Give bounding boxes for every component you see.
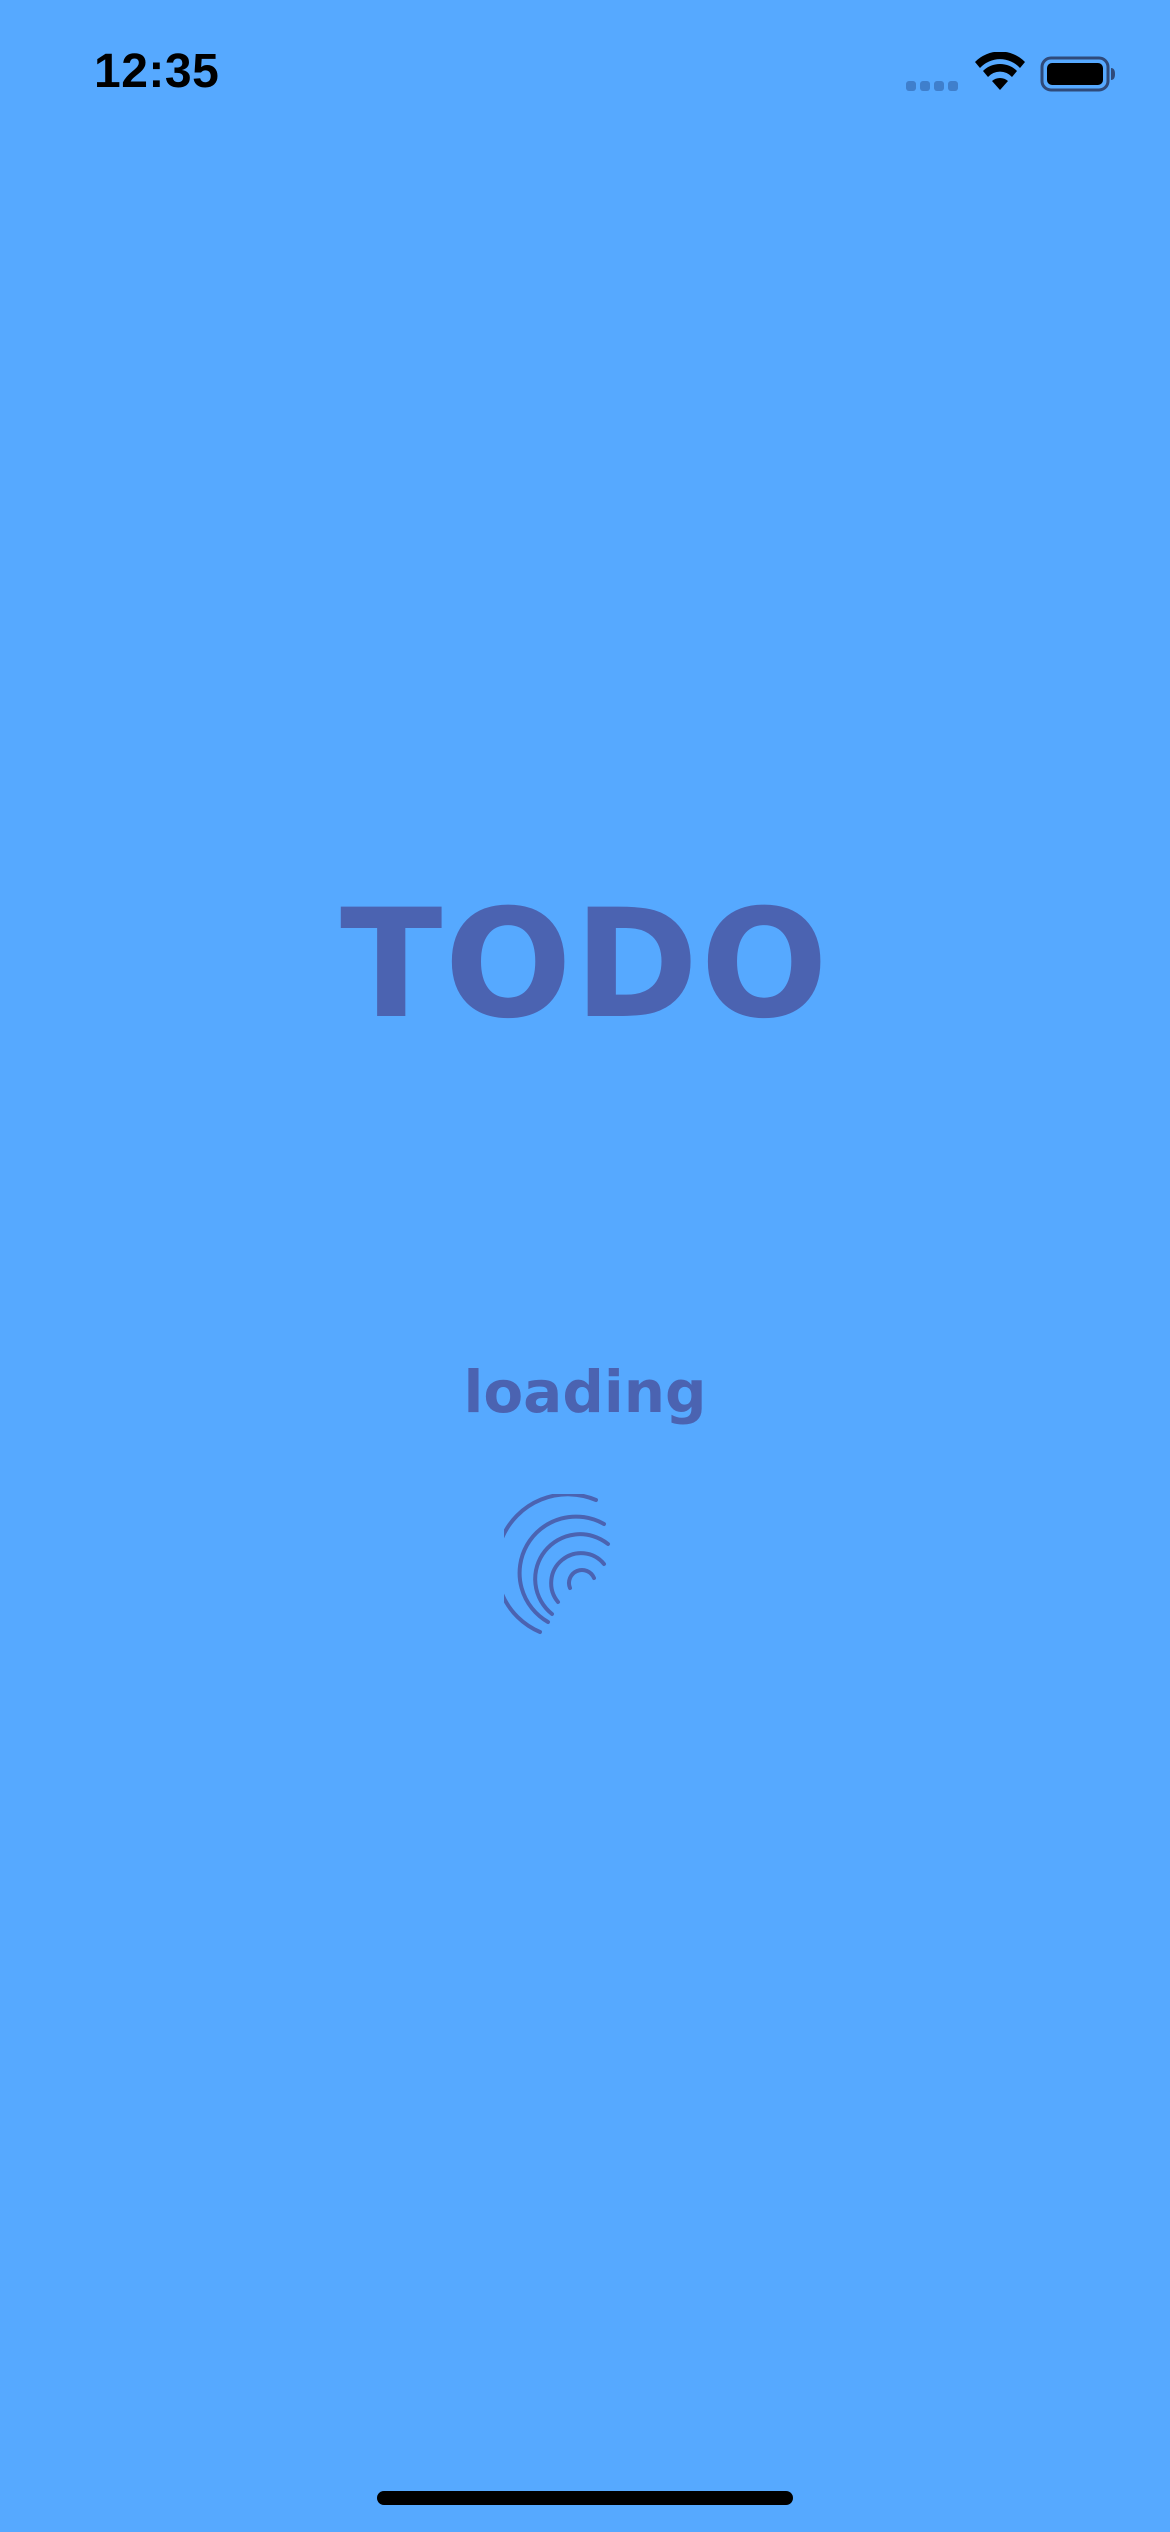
loading-label: loading [463,1358,707,1426]
cellular-signal-icon [906,81,958,91]
loading-spinner-icon [504,1494,610,1634]
app-title: TODO [340,878,830,1052]
status-time: 12:35 [94,45,220,98]
wifi-icon [975,52,1025,90]
battery-icon [1040,56,1115,92]
home-indicator[interactable] [377,2491,793,2505]
status-bar: 12:35 [0,0,1170,140]
